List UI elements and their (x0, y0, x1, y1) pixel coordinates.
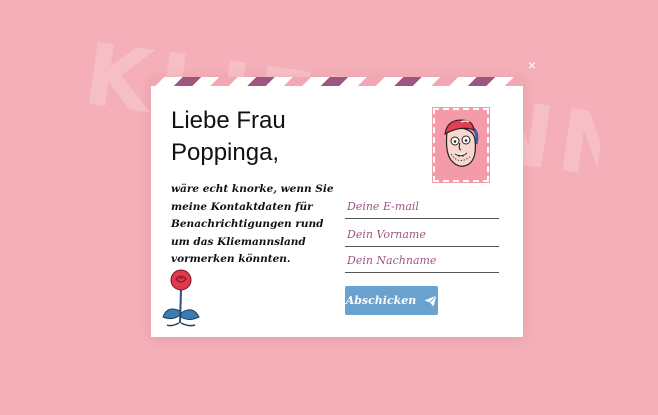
dialog-intro-text: wäre echt knorke, wenn Sie meine Kontakt… (171, 183, 334, 265)
signup-dialog: Liebe Frau Poppinga, wäre echt knorke, w… (151, 77, 523, 337)
close-button[interactable]: × (525, 58, 539, 72)
airmail-stripe (151, 77, 523, 86)
paper-plane-icon (424, 294, 438, 306)
rose-icon (159, 267, 203, 334)
last-name-field[interactable] (345, 249, 499, 273)
submit-button-label: Abschicken (345, 294, 417, 307)
submit-button[interactable]: Abschicken (345, 286, 438, 315)
dialog-heading: Liebe Frau Poppinga, (171, 107, 286, 166)
portrait-stamp-icon (432, 107, 490, 183)
first-name-field[interactable] (345, 223, 499, 247)
email-field[interactable] (345, 195, 499, 219)
